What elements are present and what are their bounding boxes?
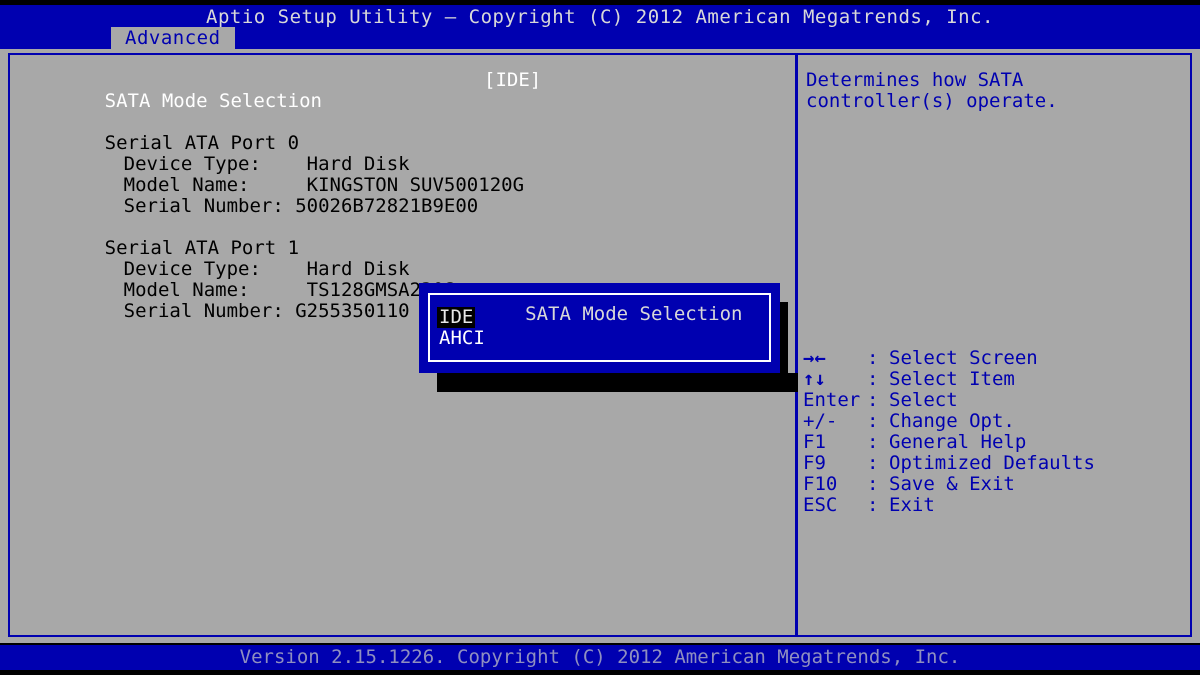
key-colon: : <box>867 389 879 411</box>
setting-value[interactable]: [IDE] <box>484 70 541 91</box>
key-legend-row-exit: ESC : Exit <box>803 495 1193 516</box>
info-row-port1-model-name: Model Name: TS128GMSA230S <box>36 259 776 301</box>
key-name: F10 <box>803 473 838 495</box>
spacer-row-2 <box>36 196 776 217</box>
key-colon: : <box>867 431 879 453</box>
key-legend: →← : Select Screen ↑↓ : Select Item Ente… <box>803 348 1193 516</box>
tab-advanced[interactable]: Advanced <box>111 27 235 49</box>
key-colon: : <box>867 494 879 516</box>
key-name: Enter <box>803 389 861 411</box>
arrows-up-down-icon: ↑↓ <box>803 368 826 390</box>
key-desc: Optimized Defaults <box>889 452 1095 474</box>
key-colon: : <box>867 452 879 474</box>
key-desc: Select Item <box>889 368 1015 390</box>
group-header-port-1: Serial ATA Port 1 <box>36 217 776 259</box>
key-legend-row-select: Enter : Select <box>803 390 1193 411</box>
key-legend-row-optimized-defaults: F9 : Optimized Defaults <box>803 453 1193 474</box>
key-desc: Exit <box>889 494 935 516</box>
key-legend-row-save-and-exit: F10 : Save & Exit <box>803 474 1193 495</box>
info-row-port0-serial-number: Serial Number: 50026B72821B9E00 <box>36 175 776 217</box>
key-colon: : <box>867 410 879 432</box>
key-legend-row-select-item: ↑↓ : Select Item <box>803 369 1193 390</box>
key-name: +/- <box>803 410 838 432</box>
key-colon: : <box>867 368 879 390</box>
key-colon: : <box>867 347 879 369</box>
info-text: Serial Number: G255350110 <box>123 300 410 322</box>
info-row-port1-device-type: Device Type: Hard Disk <box>36 238 776 280</box>
key-name: ESC <box>803 494 838 516</box>
arrows-left-right-icon: →← <box>803 347 826 369</box>
sata-mode-selection-dialog: SATA Mode Selection IDE AHCI <box>419 283 780 373</box>
key-desc: Change Opt. <box>889 410 1015 432</box>
key-legend-row-select-screen: →← : Select Screen <box>803 348 1193 369</box>
key-name: F9 <box>803 452 826 474</box>
info-row-port0-model-name: Model Name: KINGSTON SUV500120G <box>36 154 776 196</box>
bios-setup-screen: Aptio Setup Utility – Copyright (C) 2012… <box>0 0 1200 675</box>
spacer-row-1 <box>36 91 776 112</box>
key-desc: General Help <box>889 431 1027 453</box>
menu-tab-strip: Advanced <box>0 27 1200 49</box>
key-desc: Save & Exit <box>889 473 1015 495</box>
key-legend-row-general-help: F1 : General Help <box>803 432 1193 453</box>
help-text-line: controller(s) operate. <box>806 90 1058 112</box>
key-legend-row-change-opt: +/- : Change Opt. <box>803 411 1193 432</box>
setting-row-sata-mode[interactable]: SATA Mode Selection [IDE] <box>36 70 776 112</box>
pane-divider <box>795 53 798 637</box>
help-text-line: Determines how SATA <box>806 69 1024 91</box>
footer-bar: Version 2.15.1226. Copyright (C) 2012 Am… <box>0 645 1200 670</box>
settings-list: SATA Mode Selection [IDE] Serial ATA Por… <box>36 70 776 322</box>
utility-title: Aptio Setup Utility – Copyright (C) 2012… <box>206 6 994 28</box>
version-copyright: Version 2.15.1226. Copyright (C) 2012 Am… <box>239 646 961 668</box>
title-bar: Aptio Setup Utility – Copyright (C) 2012… <box>0 5 1200 27</box>
dialog-title-text: SATA Mode Selection <box>517 303 751 325</box>
info-row-port0-device-type: Device Type: Hard Disk <box>36 133 776 175</box>
key-desc: Select <box>889 389 958 411</box>
key-colon: : <box>867 473 879 495</box>
group-header-port-0: Serial ATA Port 0 <box>36 112 776 154</box>
popup-drop-shadow-fragment <box>788 373 798 392</box>
help-panel: Determines how SATA controller(s) operat… <box>806 70 1186 112</box>
dialog-title: SATA Mode Selection <box>419 283 780 346</box>
key-desc: Select Screen <box>889 347 1038 369</box>
key-name: F1 <box>803 431 826 453</box>
